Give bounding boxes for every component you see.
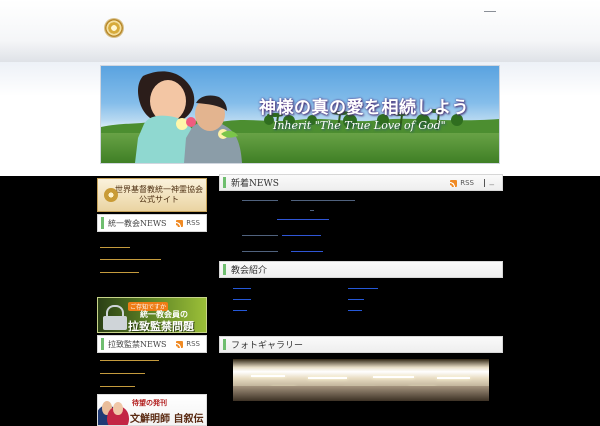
news-link-3[interactable] — [291, 251, 323, 252]
rss-label: RSS — [186, 219, 200, 227]
lock-body-icon — [103, 316, 127, 330]
news-date-1 — [242, 200, 278, 201]
news-date-3 — [242, 251, 278, 252]
header-divider — [484, 179, 485, 187]
autobiography-banner[interactable]: 待望の発刊 文鮮明師 自叙伝 — [97, 394, 207, 426]
news-link-2[interactable] — [282, 235, 321, 236]
stage-area — [233, 386, 489, 401]
rss-label: RSS — [460, 179, 474, 187]
abduction-link-3[interactable] — [100, 386, 135, 387]
ceiling-light-icon — [437, 377, 470, 379]
unification-news-title: 統一教会NEWS — [108, 218, 167, 228]
ceiling-light-icon — [373, 376, 414, 378]
church-intro-links — [219, 278, 503, 332]
main-content: 新着NEWS RSS _ 教会紹介 フォトギャラリー — [219, 174, 503, 401]
rss-icon — [176, 219, 184, 227]
portrait-icon — [113, 402, 123, 415]
rss-link[interactable]: RSS — [176, 219, 200, 227]
abduction-link-1[interactable] — [100, 360, 159, 361]
hero-banner[interactable]: 神様の真の愛を相続しよう Inherit "The True Love of G… — [100, 65, 500, 164]
news-link-1[interactable] — [100, 247, 130, 248]
rss-icon — [450, 179, 458, 187]
abduction-news-header: 拉致監禁NEWS RSS — [97, 335, 207, 353]
tiny-dash-icon[interactable] — [484, 11, 496, 12]
photo-gallery-header: フォトギャラリー — [219, 336, 503, 353]
left-sidebar: 世界基督教統一神霊協会 公式サイト 統一教会NEWS RSS ご存知ですか 統一… — [97, 178, 207, 426]
official-site-banner[interactable]: 世界基督教統一神霊協会 公式サイト — [97, 178, 207, 212]
official-site-text: 世界基督教統一神霊協会 公式サイト — [115, 185, 203, 205]
portrait-icon — [102, 401, 112, 415]
book-title: 文鮮明師 自叙伝 — [130, 414, 204, 425]
green-bar-icon — [101, 338, 104, 350]
news-link-1[interactable] — [277, 219, 329, 220]
rss-label: RSS — [186, 340, 200, 348]
ceiling-light-icon — [251, 375, 285, 377]
banner-subtitle: Inherit "The True Love of God" — [273, 119, 446, 132]
intro-link-6[interactable] — [348, 310, 362, 311]
close-icon[interactable]: _ — [490, 176, 495, 186]
intro-link-4[interactable] — [348, 288, 378, 289]
official-site-line2: 公式サイト — [139, 195, 179, 204]
gallery-photo[interactable] — [233, 359, 489, 401]
green-bar-icon — [223, 264, 226, 275]
ceiling-light-icon — [308, 377, 347, 379]
ad-line2: 拉致監禁問題 — [128, 320, 194, 333]
green-bar-icon — [223, 177, 226, 188]
intro-link-2[interactable] — [233, 299, 251, 300]
rss-link[interactable]: RSS — [450, 179, 474, 187]
rss-link[interactable]: RSS — [176, 340, 200, 348]
photo-gallery-title: フォトギャラリー — [231, 341, 304, 351]
intro-link-1[interactable] — [233, 288, 251, 289]
official-site-line1: 世界基督教統一神霊協会 — [115, 185, 203, 194]
abduction-banner[interactable]: ご存知ですか 統一教会員の 拉致監禁問題 — [97, 297, 207, 333]
new-news-list — [219, 191, 503, 261]
green-bar-icon — [223, 339, 226, 350]
church-intro-header: 教会紹介 — [219, 261, 503, 278]
green-bar-icon — [101, 217, 104, 229]
new-news-header: 新着NEWS RSS _ — [219, 174, 503, 191]
unification-news-links — [97, 232, 207, 286]
rss-icon — [176, 340, 184, 348]
intro-link-3[interactable] — [233, 310, 247, 311]
abduction-link-2[interactable] — [100, 373, 145, 374]
abduction-news-links — [97, 353, 207, 389]
church-intro-title: 教会紹介 — [231, 266, 268, 276]
news-link-3[interactable] — [100, 272, 139, 273]
news-link-2[interactable] — [100, 259, 161, 260]
new-news-title: 新着NEWS — [231, 179, 279, 189]
abduction-news-title: 拉致監禁NEWS — [108, 339, 167, 349]
news-date-2 — [242, 235, 278, 236]
photo-gallery-area — [219, 353, 503, 401]
gold-seal-icon[interactable] — [105, 19, 123, 37]
intro-link-5[interactable] — [348, 299, 364, 300]
news-title-1[interactable] — [291, 200, 355, 201]
site-header — [0, 0, 600, 63]
unification-news-header: 統一教会NEWS RSS — [97, 214, 207, 232]
banner-title: 神様の真の愛を相続しよう — [259, 98, 469, 118]
emblem-icon — [104, 188, 118, 202]
news-title-1-second-line[interactable] — [310, 210, 314, 211]
